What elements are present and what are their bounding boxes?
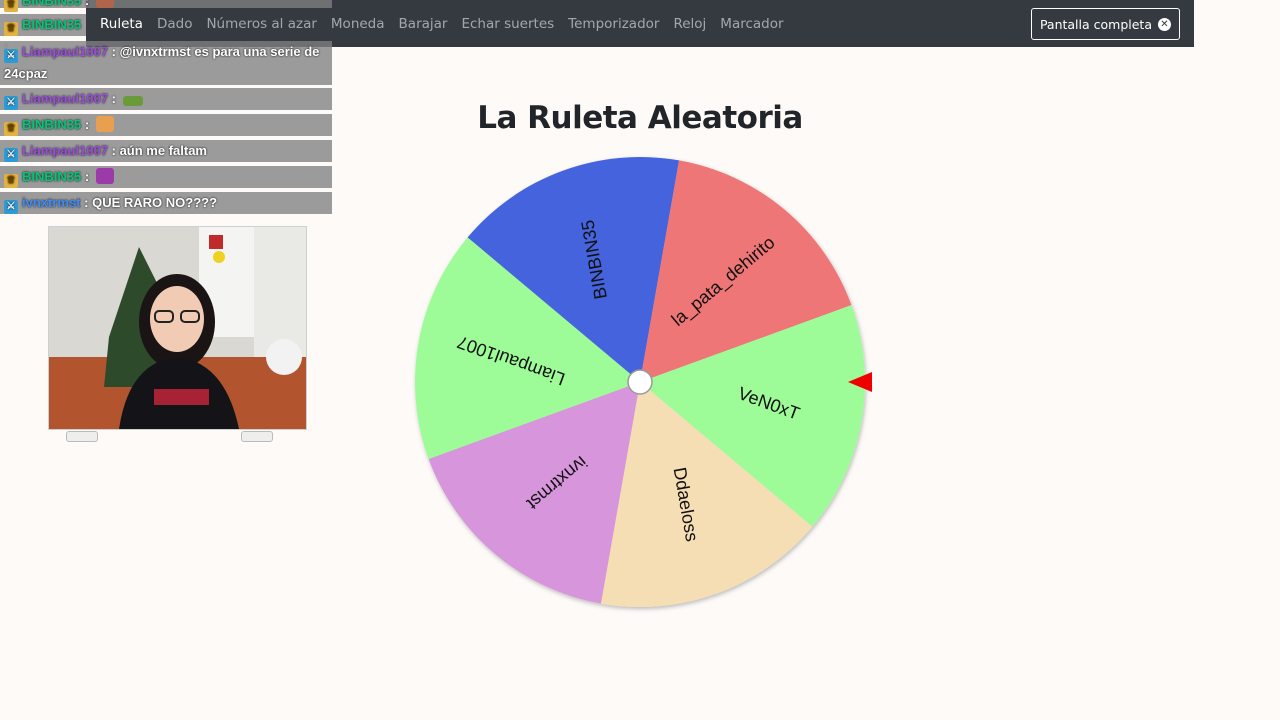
chat-text: : QUE RARO NO???? [84, 195, 218, 210]
chat-text: : [84, 117, 90, 132]
frog-emote-icon [122, 96, 143, 106]
chat-message: ♛ BINBIN35 : [0, 114, 332, 136]
wizard-emote-icon [95, 168, 114, 184]
chat-username: Liampaul1007 [22, 44, 108, 59]
chat-username: Liampaul1007 [22, 143, 108, 158]
emote-icon [95, 0, 114, 8]
chat-text: : [84, 169, 90, 184]
crown-icon: ♛ [4, 174, 18, 188]
chat-message: ⚔ Liampaul1007 : @ivnxtrmst es para una s… [0, 41, 332, 85]
sword-icon: ⚔ [4, 49, 18, 63]
sword-icon: ⚔ [4, 148, 18, 162]
chat-username: ivnxtrmst [22, 195, 81, 210]
wheel-center-hub [627, 369, 653, 395]
chat-message: ♛BINBIN35 : [0, 14, 86, 54]
stream-chat-overlay: ♛ BINBIN35 : ♛ BINBIN35 : ⚔ Liampaul1007 : … [0, 0, 332, 216]
chat-username: BINBIN35 [22, 17, 82, 32]
chat-message: ⚔ Liampaul1007 : [0, 88, 332, 110]
crown-icon: ♛ [4, 122, 18, 136]
crown-icon: ♛ [4, 22, 18, 36]
chat-text: : aún me faltam [111, 143, 207, 158]
chat-username: BINBIN35 [22, 0, 82, 8]
chat-message: ♛ BINBIN35 : [0, 166, 332, 188]
sword-icon: ⚔ [4, 200, 18, 214]
chat-message: ⚔ ivnxtrmst : QUE RARO NO???? [0, 192, 332, 214]
chat-message: ⚔ Liampaul1007 : aún me faltam [0, 140, 332, 162]
chat-text: : [111, 91, 116, 106]
chat-text: : [84, 0, 90, 8]
chat-username: BINBIN35 [22, 169, 82, 184]
chat-username: BINBIN35 [22, 117, 82, 132]
crown-icon: ♛ [4, 0, 18, 12]
sword-icon: ⚔ [4, 96, 18, 110]
cat-emote-icon [95, 116, 114, 132]
chat-message: ♛ BINBIN35 : [0, 0, 332, 12]
chat-username: Liampaul1007 [22, 91, 108, 106]
